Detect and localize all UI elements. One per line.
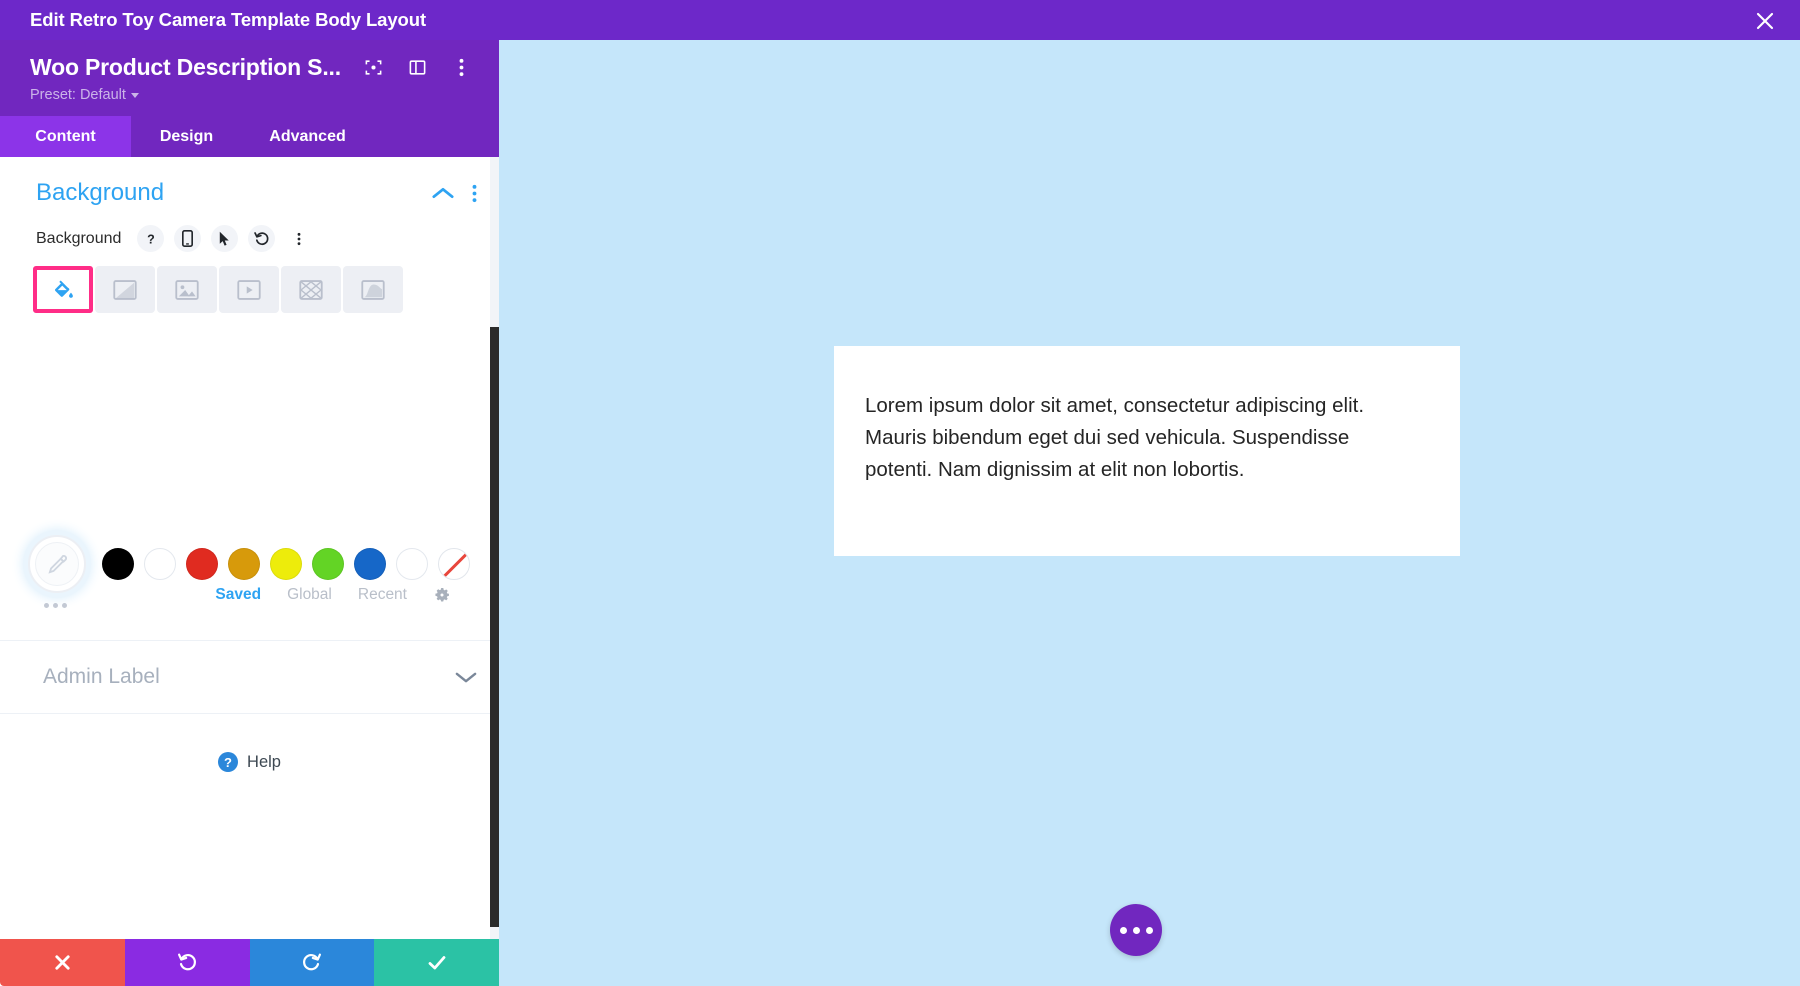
responsive-mobile-icon[interactable] bbox=[174, 225, 201, 252]
product-description-text: Lorem ipsum dolor sit amet, consectetur … bbox=[865, 390, 1412, 485]
chevron-up-icon[interactable] bbox=[432, 186, 454, 200]
swatch-orange[interactable] bbox=[228, 548, 260, 580]
swatch-red[interactable] bbox=[186, 548, 218, 580]
redo-button[interactable] bbox=[250, 939, 375, 986]
swatch-white[interactable] bbox=[144, 548, 176, 580]
panel-scrollbar-track[interactable] bbox=[490, 157, 499, 939]
eyedropper-icon[interactable] bbox=[28, 535, 86, 593]
section-title: Background bbox=[36, 179, 432, 207]
product-description-card[interactable]: Lorem ipsum dolor sit amet, consectetur … bbox=[834, 346, 1460, 556]
field-more-icon[interactable] bbox=[285, 225, 312, 252]
tab-advanced[interactable]: Advanced bbox=[242, 116, 373, 157]
panel-scrollbar-thumb[interactable] bbox=[490, 327, 499, 927]
module-header: Woo Product Description S... bbox=[0, 40, 499, 116]
gradient-icon[interactable] bbox=[95, 266, 155, 313]
page-preview-canvas[interactable]: Lorem ipsum dolor sit amet, consectetur … bbox=[499, 0, 1800, 986]
background-type-tabs bbox=[0, 266, 499, 313]
tab-design-label: Design bbox=[160, 128, 213, 146]
reset-icon[interactable] bbox=[248, 225, 275, 252]
swatch-green[interactable] bbox=[312, 548, 344, 580]
more-options-icon[interactable] bbox=[450, 57, 472, 79]
background-section-header: Background bbox=[0, 157, 499, 225]
module-action-bar bbox=[0, 939, 499, 986]
admin-label-section[interactable]: Admin Label bbox=[0, 641, 499, 713]
cancel-button[interactable] bbox=[0, 939, 125, 986]
palette-tab-global[interactable]: Global bbox=[287, 586, 332, 604]
page-settings-fab[interactable] bbox=[1110, 904, 1162, 956]
preset-selector[interactable]: Preset: Default bbox=[30, 87, 139, 103]
focus-module-icon[interactable] bbox=[362, 57, 384, 79]
save-button[interactable] bbox=[374, 939, 499, 986]
gear-icon[interactable] bbox=[433, 586, 451, 604]
window-title: Edit Retro Toy Camera Template Body Layo… bbox=[30, 9, 426, 31]
background-field-label: Background bbox=[36, 230, 121, 248]
chevron-down-icon[interactable] bbox=[455, 671, 477, 684]
help-icon: ? bbox=[218, 752, 238, 772]
chevron-down-icon bbox=[131, 93, 139, 98]
mask-icon[interactable] bbox=[343, 266, 403, 313]
palette-source-tabs: Saved Global Recent bbox=[0, 586, 499, 604]
swatch-transparent[interactable] bbox=[438, 548, 470, 580]
undo-button[interactable] bbox=[125, 939, 250, 986]
settings-tabs: Content Design Advanced bbox=[0, 116, 499, 157]
builder-root: Edit Retro Toy Camera Template Body Layo… bbox=[0, 0, 1800, 986]
help-link[interactable]: ? Help bbox=[0, 714, 499, 772]
settings-scroll-area[interactable]: Background Background ? bbox=[0, 157, 499, 939]
tab-content-label: Content bbox=[35, 128, 95, 146]
module-name: Woo Product Description S... bbox=[30, 54, 362, 81]
color-fill-icon[interactable] bbox=[33, 266, 93, 313]
background-field-header: Background ? bbox=[0, 225, 499, 252]
window-title-bar: Edit Retro Toy Camera Template Body Layo… bbox=[0, 0, 499, 40]
help-label: Help bbox=[247, 753, 281, 772]
palette-tab-recent[interactable]: Recent bbox=[358, 586, 407, 604]
close-icon[interactable] bbox=[1752, 8, 1778, 34]
palette-tab-saved[interactable]: Saved bbox=[215, 586, 261, 604]
tab-design[interactable]: Design bbox=[131, 116, 242, 157]
help-icon[interactable]: ? bbox=[137, 225, 164, 252]
background-color-workspace bbox=[0, 313, 499, 535]
image-icon[interactable] bbox=[157, 266, 217, 313]
section-more-icon[interactable] bbox=[472, 184, 477, 203]
color-swatch-row bbox=[28, 535, 499, 593]
tab-content[interactable]: Content bbox=[0, 116, 131, 157]
swatch-black[interactable] bbox=[102, 548, 134, 580]
pattern-icon[interactable] bbox=[281, 266, 341, 313]
panel-layout-icon[interactable] bbox=[406, 57, 428, 79]
hover-cursor-icon[interactable] bbox=[211, 225, 238, 252]
swatch-yellow[interactable] bbox=[270, 548, 302, 580]
swatch-white-2[interactable] bbox=[396, 548, 428, 580]
module-settings-panel: Edit Retro Toy Camera Template Body Layo… bbox=[0, 0, 499, 986]
admin-label-text: Admin Label bbox=[43, 665, 455, 689]
swatch-blue[interactable] bbox=[354, 548, 386, 580]
tab-advanced-label: Advanced bbox=[269, 128, 345, 146]
video-icon[interactable] bbox=[219, 266, 279, 313]
svg-text:?: ? bbox=[147, 232, 155, 246]
preset-label: Preset: Default bbox=[30, 87, 126, 103]
